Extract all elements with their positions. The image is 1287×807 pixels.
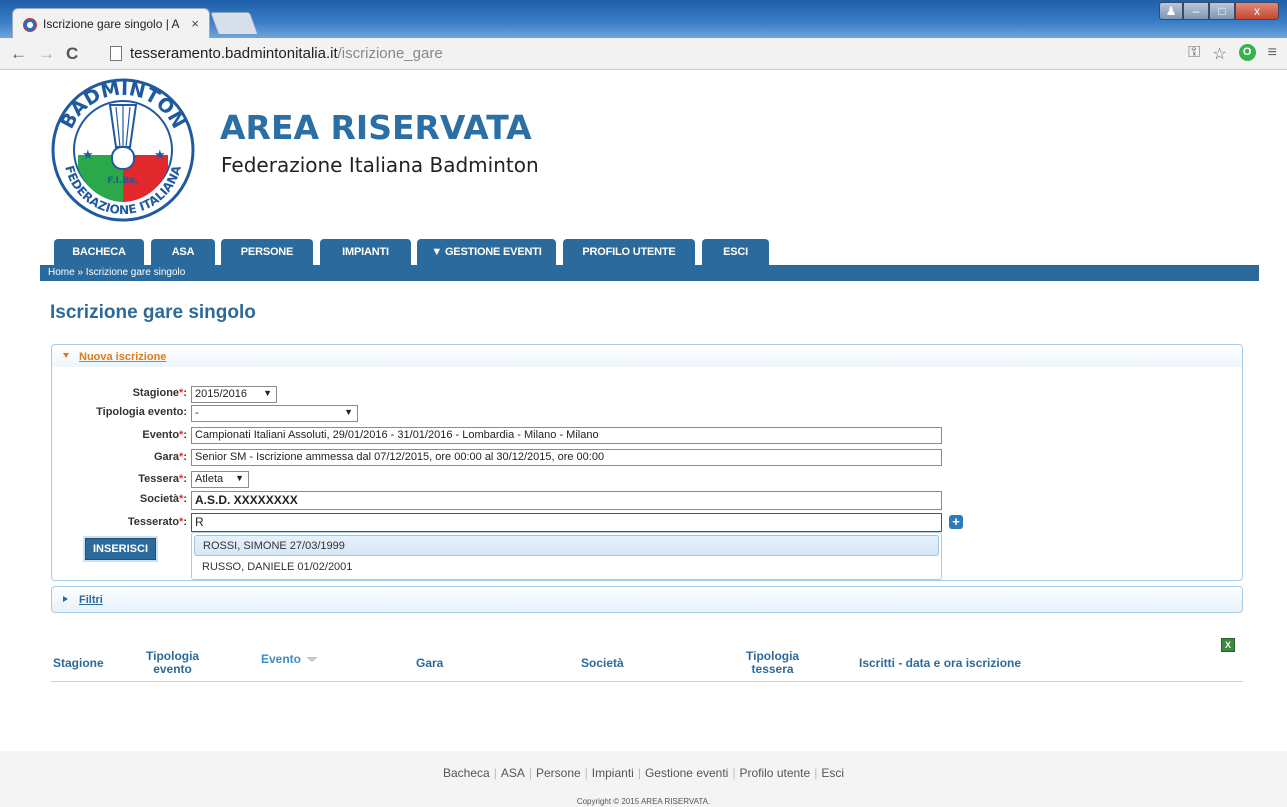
chevron-down-icon: ▼ — [235, 473, 244, 483]
tipologia-evento-select[interactable]: - ▼ — [191, 405, 358, 422]
nav-tab-gestione-eventi[interactable]: ▼ GESTIONE EVENTI — [417, 239, 556, 265]
nav-tab-bacheca[interactable]: BACHECA — [54, 239, 144, 265]
browser-titlebar: Iscrizione gare singolo | A × ♟ – □ x — [0, 0, 1287, 38]
browser-tab[interactable]: Iscrizione gare singolo | A × — [12, 8, 210, 38]
expand-arrow-icon — [63, 596, 68, 602]
insert-button[interactable]: INSERISCI — [85, 538, 156, 560]
autocomplete-list: ROSSI, SIMONE 27/03/1999 RUSSO, DANIELE … — [191, 532, 942, 580]
panel-header[interactable]: Nuova iscrizione — [52, 345, 1242, 367]
site-title: AREA RISERVATA — [220, 108, 532, 147]
url-path: /iscrizione_gare — [337, 45, 443, 62]
tessera-select[interactable]: Atleta ▼ — [191, 471, 249, 488]
separator: | — [732, 766, 736, 780]
column-header-iscritti[interactable]: Iscritti - data e ora iscrizione — [859, 657, 1021, 670]
societa-label: Società*: — [139, 493, 187, 505]
nav-tab-persone[interactable]: PERSONE — [221, 239, 313, 265]
main-nav: BACHECA ASA PERSONE IMPIANTI ▼ GESTIONE … — [40, 239, 1259, 265]
bookmark-star-icon[interactable]: ☆ — [1212, 44, 1226, 64]
evento-label: Evento*: — [142, 429, 187, 441]
add-person-button[interactable]: + — [949, 515, 963, 529]
tesserato-input[interactable]: R — [191, 513, 942, 532]
window-controls: ♟ – □ x — [1159, 2, 1279, 20]
separator: | — [493, 766, 497, 780]
key-icon[interactable]: ⚿ — [1188, 44, 1200, 64]
star-icon: ★ — [82, 147, 94, 162]
new-tab-button[interactable] — [209, 12, 259, 34]
logo-center-text: F.I.Ba. — [107, 176, 138, 186]
evento-field[interactable]: Campionati Italiani Assoluti, 29/01/2016… — [191, 427, 942, 444]
footer-link-persone[interactable]: Persone — [536, 766, 581, 780]
minimize-button[interactable]: – — [1183, 2, 1209, 20]
societa-field[interactable]: A.S.D. XXXXXXXX — [191, 491, 942, 510]
page-icon — [110, 46, 122, 61]
nav-tab-impianti[interactable]: IMPIANTI — [320, 239, 411, 265]
address-bar[interactable]: tesseramento.badmintonitalia.it/iscrizio… — [104, 42, 1164, 66]
toolbar-icons: ⚿ ☆ O ≡ — [1188, 44, 1277, 64]
table-divider — [51, 681, 1243, 682]
star-icon: ★ — [154, 147, 166, 162]
footer-link-asa[interactable]: ASA — [501, 766, 525, 780]
gara-field[interactable]: Senior SM - Iscrizione ammessa dal 07/12… — [191, 449, 942, 466]
tessera-label: Tessera*: — [138, 473, 187, 485]
footer-link-esci[interactable]: Esci — [821, 766, 844, 780]
nav-tab-esci[interactable]: ESCI — [702, 239, 769, 265]
gara-label: Gara*: — [153, 451, 187, 463]
nav-tab-asa[interactable]: ASA — [151, 239, 215, 265]
maximize-button[interactable]: □ — [1209, 2, 1235, 20]
extension-icon[interactable]: O — [1238, 44, 1256, 61]
footer-link-gestione-eventi[interactable]: Gestione eventi — [645, 766, 728, 780]
tesserato-label: Tesserato*: — [127, 516, 187, 528]
autocomplete-option[interactable]: ROSSI, SIMONE 27/03/1999 — [194, 535, 939, 556]
close-window-button[interactable]: x — [1235, 2, 1279, 20]
browser-tab-title: Iscrizione gare singolo | A — [43, 17, 180, 31]
separator: | — [637, 766, 641, 780]
column-header-societa[interactable]: Società — [581, 657, 624, 670]
column-header-gara[interactable]: Gara — [416, 657, 443, 670]
page-title: Iscrizione gare singolo — [50, 302, 256, 323]
site-favicon-icon — [23, 18, 37, 32]
site-container: BADMINTON FEDERAZIONE ITALIANA ★ ★ F.I.B… — [40, 71, 1259, 807]
reload-icon[interactable]: C — [66, 44, 78, 64]
column-header-evento[interactable]: Evento — [261, 653, 319, 666]
page-viewport: BADMINTON FEDERAZIONE ITALIANA ★ ★ F.I.B… — [0, 71, 1287, 807]
separator: | — [584, 766, 588, 780]
footer-link-bacheca[interactable]: Bacheca — [443, 766, 490, 780]
excel-export-icon[interactable]: X — [1221, 638, 1235, 652]
url-host: tesseramento.badmintonitalia.it — [130, 45, 338, 62]
user-profile-button[interactable]: ♟ — [1159, 2, 1183, 20]
collapse-arrow-icon — [63, 353, 69, 358]
close-tab-icon[interactable]: × — [191, 16, 199, 31]
footer-links: Bacheca | ASA | Persone | Impianti | Gestione ev… — [0, 766, 1287, 780]
footer-link-profilo-utente[interactable]: Profilo utente — [739, 766, 810, 780]
column-header-stagione[interactable]: Stagione — [53, 657, 104, 670]
autocomplete-option[interactable]: RUSSO, DANIELE 01/02/2001 — [194, 557, 939, 578]
sort-arrow-icon — [306, 657, 319, 663]
forward-arrow-icon[interactable]: → — [38, 44, 55, 64]
stagione-select[interactable]: 2015/2016 ▼ — [191, 386, 277, 403]
panel-title-nuova-iscrizione[interactable]: Nuova iscrizione — [79, 351, 166, 363]
tipologia-evento-label: Tipologia evento: — [96, 406, 187, 418]
breadcrumb[interactable]: Home » Iscrizione gare singolo — [40, 265, 1259, 281]
back-arrow-icon[interactable]: ← — [10, 44, 27, 64]
browser-toolbar: ← → C tesseramento.badmintonitalia.it/is… — [0, 38, 1287, 70]
footer-link-impianti[interactable]: Impianti — [592, 766, 634, 780]
column-header-tipologia-tessera[interactable]: Tipologia tessera — [746, 650, 799, 676]
site-subtitle: Federazione Italiana Badminton — [221, 153, 539, 177]
separator: | — [528, 766, 532, 780]
nav-tab-profilo-utente[interactable]: PROFILO UTENTE — [563, 239, 695, 265]
filters-panel[interactable]: Filtri — [51, 586, 1243, 613]
chevron-down-icon: ▼ — [263, 388, 272, 398]
separator: | — [814, 766, 818, 780]
stagione-label: Stagione*: — [132, 387, 187, 399]
menu-icon[interactable]: ≡ — [1268, 44, 1277, 64]
fiba-logo: BADMINTON FEDERAZIONE ITALIANA ★ ★ F.I.B… — [51, 78, 195, 222]
chevron-down-icon: ▼ — [344, 407, 353, 417]
copyright: Copyright © 2015 AREA RISERVATA. — [576, 797, 711, 806]
panel-title-filtri[interactable]: Filtri — [79, 594, 103, 606]
column-header-tipologia-evento[interactable]: Tipologia evento — [146, 650, 199, 676]
